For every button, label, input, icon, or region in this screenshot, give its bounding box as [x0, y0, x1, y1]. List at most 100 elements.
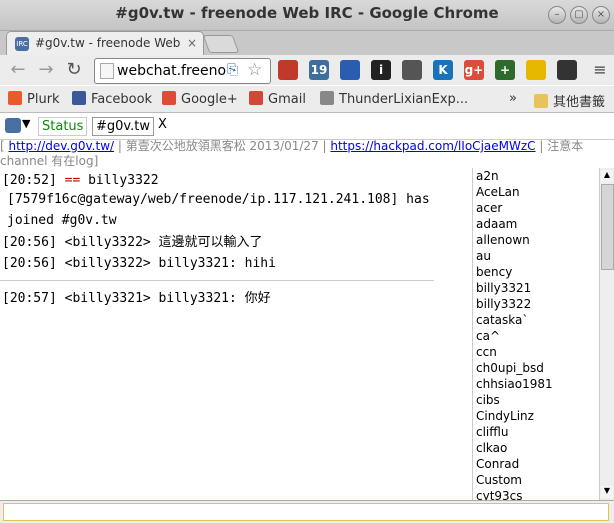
bookmark-label: Plurk	[27, 92, 60, 107]
nick-item[interactable]: cataska`	[473, 312, 600, 328]
irc-logo-icon[interactable]	[5, 118, 21, 133]
nick-item[interactable]: ca^	[473, 328, 600, 344]
page-action-icon[interactable]: ⎘	[227, 62, 238, 78]
message-time: [20:57]	[2, 291, 57, 306]
nick-item[interactable]: Conrad	[473, 456, 600, 472]
browser-toolbar: ← → ↻ webchat.freenode. ⎘ ☆ 19 i Kg+ + ≡	[0, 55, 614, 85]
nick-item[interactable]: AceLan	[473, 184, 600, 200]
bookmark-label: Google+	[181, 92, 238, 107]
tab-status[interactable]: Status	[38, 117, 88, 136]
close-icon[interactable]: ×	[592, 6, 610, 24]
window-title: #g0v.tw - freenode Web IRC - Google Chro…	[115, 4, 499, 22]
forward-icon[interactable]: →	[36, 60, 56, 80]
message-line: [20:57] <billy3321> billy3321: 你好	[2, 288, 271, 309]
info-icon[interactable]: i	[371, 60, 391, 80]
gplus-icon	[162, 91, 176, 105]
topic-link-hackpad[interactable]: https://hackpad.com/lIoCjaeMWzC	[330, 139, 535, 153]
globe-icon[interactable]	[340, 60, 360, 80]
nick-item[interactable]: cibs	[473, 392, 600, 408]
topic-link-dev[interactable]: http://dev.g0v.tw/	[9, 139, 115, 153]
bookmark-2[interactable]: Facebook	[72, 91, 152, 107]
message-text: <billy3322> 這邊就可以輸入了	[64, 235, 263, 250]
back-icon[interactable]: ←	[8, 60, 28, 80]
bookmark-3[interactable]: Google+	[162, 91, 238, 107]
message-text: billy3322	[88, 173, 159, 188]
nick-items: a2n AceLan acer adaam allenown au bency billy33…	[473, 168, 600, 504]
plus-icon[interactable]: +	[495, 60, 515, 80]
nick-item[interactable]: bency	[473, 264, 600, 280]
new-tab-button[interactable]	[202, 35, 240, 53]
nick-item[interactable]: billy3321	[473, 280, 600, 296]
page-icon	[320, 91, 334, 105]
channel-topic: [ http://dev.g0v.tw/ | 第壹次公地放領黑客松 2013/0…	[0, 139, 614, 169]
message-text: joined #g0v.tw	[7, 213, 117, 228]
address-bar[interactable]: webchat.freenode. ⎘ ☆	[94, 58, 271, 84]
wrench-icon[interactable]	[402, 60, 422, 80]
message-input-bar	[0, 500, 614, 523]
scroll-up-icon[interactable]: ▲	[601, 170, 613, 182]
nick-item[interactable]: ccn	[473, 344, 600, 360]
irc-tabbar: ▼ Status #g0v.tw X	[0, 113, 614, 140]
browser-tab[interactable]: IRC #g0v.tw - freenode Web ×	[6, 31, 204, 56]
nick-item[interactable]: adaam	[473, 216, 600, 232]
gplus-icon[interactable]: g+	[464, 60, 484, 80]
k-icon[interactable]: K	[433, 60, 453, 80]
message-input[interactable]	[3, 503, 609, 521]
bookmark-5[interactable]: ThunderLixianExp...	[320, 91, 468, 107]
nick-item[interactable]: billy3322	[473, 296, 600, 312]
star-icon[interactable]: ☆	[247, 60, 262, 80]
nick-list: a2n AceLan acer adaam allenown au bency billy33…	[472, 168, 600, 503]
nicklist-scrollbar[interactable]: ▲ ▼	[599, 168, 614, 500]
nick-item[interactable]: chhsiao1981	[473, 376, 600, 392]
nick-item[interactable]: a2n	[473, 168, 600, 184]
bookmark-4[interactable]: Gmail	[249, 91, 306, 107]
nick-item[interactable]: Custom	[473, 472, 600, 488]
nick-item[interactable]: acer	[473, 200, 600, 216]
folder-icon	[534, 94, 548, 108]
tab-close-icon[interactable]: ×	[187, 36, 197, 50]
minimize-icon[interactable]: –	[548, 6, 566, 24]
nick-item[interactable]: CindyLinz	[473, 408, 600, 424]
avatar-icon[interactable]	[557, 60, 577, 80]
message-text: [7579f16c@gateway/web/freenode/ip.117.12…	[7, 192, 430, 207]
message-log: [20:52] == billy3322 [7579f16c@gateway/w…	[0, 170, 470, 500]
reload-icon[interactable]: ↻	[64, 60, 84, 80]
dropdown-arrow-icon[interactable]: ▼	[22, 117, 30, 130]
topic-middle: | 第壹次公地放領黑客松 2013/01/27 |	[114, 139, 331, 153]
scroll-thumb[interactable]	[601, 184, 614, 270]
browser-tabstrip: IRC #g0v.tw - freenode Web ×	[0, 31, 614, 56]
close-tab-button[interactable]: X	[158, 117, 167, 132]
url-text: webchat.freenode.	[117, 63, 227, 79]
nick-item[interactable]: allenown	[473, 232, 600, 248]
gmail-icon	[249, 91, 263, 105]
message-time: [20:52]	[2, 173, 57, 188]
nick-item[interactable]: clkao	[473, 440, 600, 456]
bookmark-label: Gmail	[268, 92, 306, 107]
mail-badge-icon[interactable]: 19	[309, 60, 329, 80]
other-bookmarks-folder[interactable]: 其他書籤	[534, 91, 605, 110]
notebook-icon[interactable]	[278, 60, 298, 80]
bookmark-1[interactable]: Plurk	[8, 91, 60, 107]
irc-favicon-icon: IRC	[15, 37, 29, 51]
message-line: [7579f16c@gateway/web/freenode/ip.117.12…	[7, 189, 430, 210]
device-icon[interactable]	[526, 60, 546, 80]
browser-tab-title: #g0v.tw - freenode Web	[35, 36, 181, 50]
last-read-divider	[0, 280, 434, 281]
nick-item[interactable]: ch0upi_bsd	[473, 360, 600, 376]
nick-item[interactable]: au	[473, 248, 600, 264]
maximize-icon[interactable]: ▢	[570, 6, 588, 24]
message-text: <billy3321> billy3321: 你好	[64, 291, 271, 306]
bookmark-label: Facebook	[91, 92, 153, 107]
message-time: [20:56]	[2, 235, 57, 250]
message-text: <billy3322> billy3321: hihi	[64, 256, 276, 271]
message-line: [20:52] == billy3322	[2, 170, 159, 191]
bookmarks-bar: Plurk Facebook Google+ Gmail ThunderLixianEx…	[0, 86, 614, 113]
message-line: [20:56] <billy3322> billy3321: hihi	[2, 253, 276, 274]
join-marker: ==	[64, 173, 81, 188]
nick-item[interactable]: clifflu	[473, 424, 600, 440]
scroll-down-icon[interactable]: ▼	[601, 486, 613, 498]
tab-channel[interactable]: #g0v.tw	[92, 117, 154, 136]
bookmarks-overflow-icon[interactable]: »	[509, 91, 517, 106]
menu-icon[interactable]: ≡	[590, 60, 610, 80]
message-line: joined #g0v.tw	[7, 210, 117, 231]
